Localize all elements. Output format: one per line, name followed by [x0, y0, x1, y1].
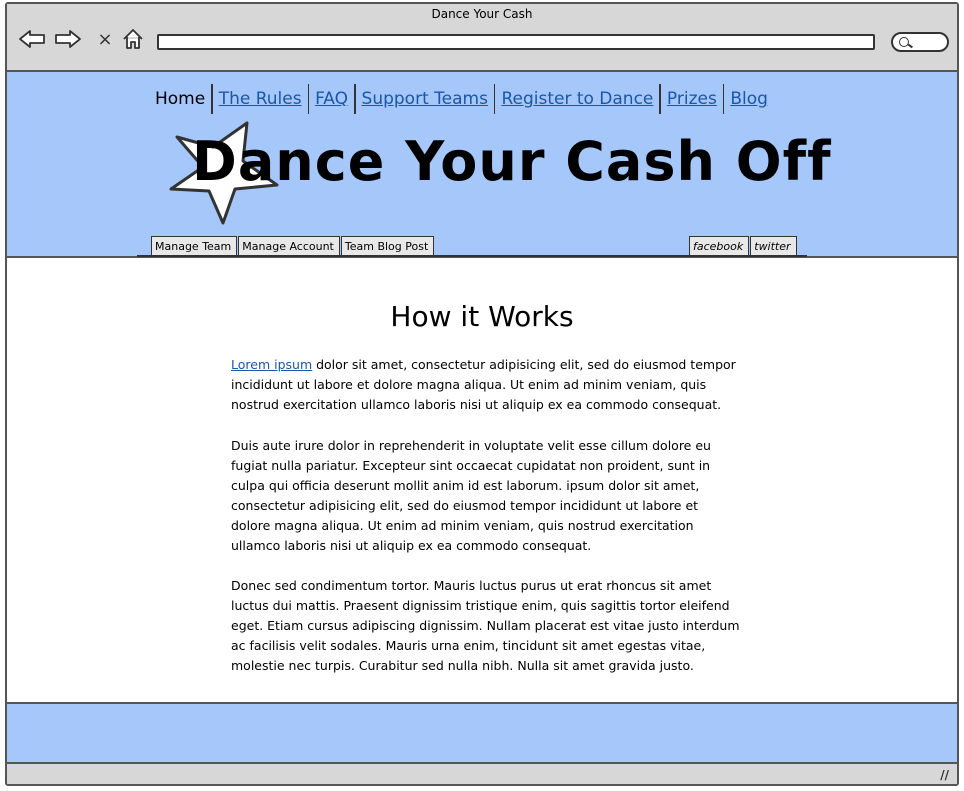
nav-prizes[interactable]: Prizes: [667, 89, 717, 109]
tab-baseline: [137, 255, 807, 257]
browser-window: Dance Your Cash × Home The Rules FAQ Sup…: [5, 2, 959, 786]
window-title: Dance Your Cash: [431, 7, 533, 21]
forward-button[interactable]: [53, 24, 83, 54]
site-title: Dance Your Cash Off: [192, 130, 832, 193]
main-nav: Home The Rules FAQ Support Teams Registe…: [149, 84, 774, 114]
tab-manage-team[interactable]: Manage Team: [151, 236, 238, 255]
back-button[interactable]: [17, 24, 47, 54]
search-icon: [899, 37, 909, 47]
resize-grip-icon[interactable]: //: [940, 768, 949, 782]
nav-register-to-dance[interactable]: Register to Dance: [501, 89, 653, 109]
paragraph-1: Lorem ipsum dolor sit amet, consectetur …: [231, 355, 741, 415]
close-icon: ×: [97, 28, 113, 50]
tab-team-blog-post[interactable]: Team Blog Post: [340, 236, 435, 255]
lorem-ipsum-link[interactable]: Lorem ipsum: [231, 357, 312, 372]
main-content: How it Works Lorem ipsum dolor sit amet,…: [7, 258, 957, 702]
tab-twitter[interactable]: twitter: [750, 236, 797, 255]
tab-facebook[interactable]: facebook: [689, 236, 750, 255]
nav-support-teams[interactable]: Support Teams: [362, 89, 488, 109]
social-tabs: facebook twitter: [689, 236, 798, 255]
stop-button[interactable]: ×: [95, 24, 115, 54]
nav-blog[interactable]: Blog: [730, 89, 768, 109]
paragraph-3: Donec sed condimentum tortor. Mauris luc…: [231, 578, 740, 673]
search-field[interactable]: [891, 32, 949, 52]
status-bar: //: [7, 764, 957, 784]
site-footer: [7, 702, 957, 764]
back-arrow-icon: [19, 30, 45, 48]
nav-the-rules[interactable]: The Rules: [219, 89, 302, 109]
browser-chrome: Dance Your Cash ×: [7, 4, 957, 72]
forward-arrow-icon: [55, 30, 81, 48]
nav-faq[interactable]: FAQ: [315, 89, 348, 109]
site-header: Home The Rules FAQ Support Teams Registe…: [7, 72, 957, 258]
address-bar[interactable]: [157, 34, 875, 50]
home-icon: [123, 29, 143, 49]
page-heading: How it Works: [390, 300, 574, 333]
nav-home[interactable]: Home: [149, 88, 211, 110]
paragraph-2: Duis aute irure dolor in reprehenderit i…: [231, 438, 711, 553]
tab-manage-account[interactable]: Manage Account: [238, 236, 340, 255]
home-button[interactable]: [119, 24, 147, 54]
account-tabs: Manage Team Manage Account Team Blog Pos…: [151, 236, 435, 255]
